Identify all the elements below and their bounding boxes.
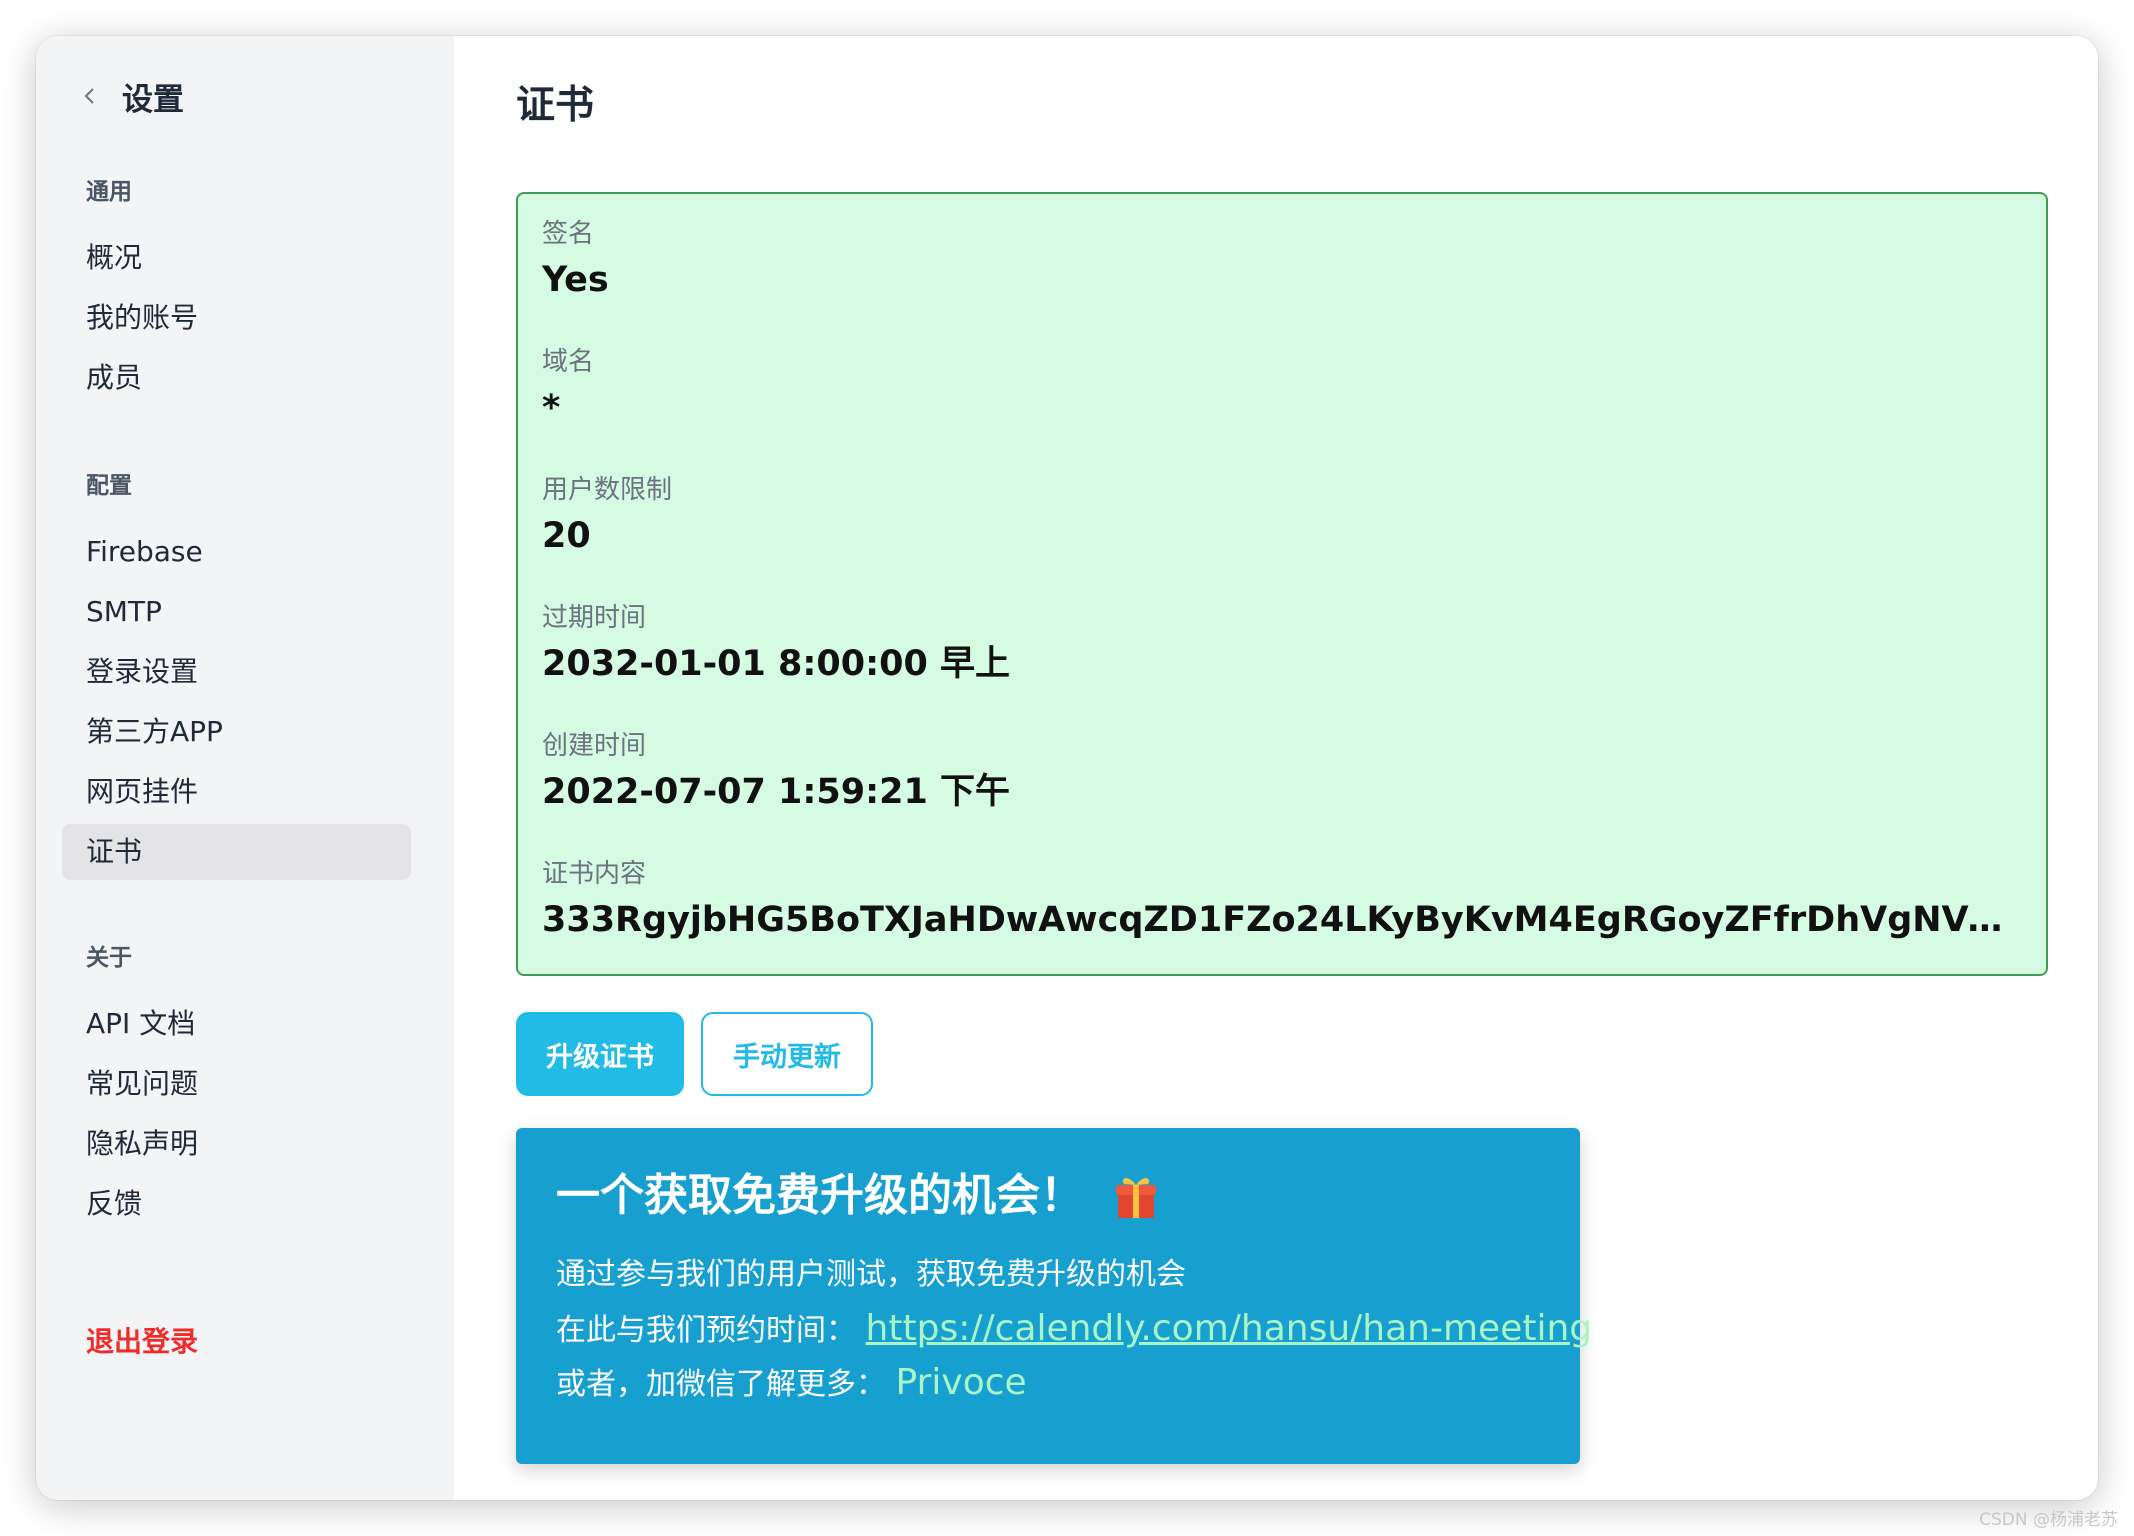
sidebar-item-certificate[interactable]: 证书 (62, 822, 411, 882)
chevron-left-icon[interactable] (70, 76, 110, 116)
field-label: 签名 (542, 219, 595, 249)
promo-line-1: 通过参与我们的用户测试，获取免费升级的机会 (556, 1257, 1186, 1292)
sidebar-item-faq[interactable]: 常见问题 (86, 1054, 198, 1114)
action-buttons: 升级证书 手动更新 (516, 1012, 873, 1096)
field-user-limit: 用户数限制 20 (542, 472, 2022, 600)
calendly-link[interactable]: https://calendly.com/hansu/han-meeting (866, 1308, 1593, 1349)
sidebar-section-config: 配置 Firebase SMTP 登录设置 第三方APP 网页挂件 证书 (62, 466, 411, 882)
page-title: 证书 (516, 83, 595, 128)
gift-icon (1114, 1172, 1158, 1220)
promo-banner: 一个获取免费升级的机会！ 通过参与我们的用户测试，获取免费升级的机会 在此与我们… (516, 1128, 1593, 1464)
sidebar-item-members[interactable]: 成员 (86, 348, 198, 408)
field-value: * (542, 388, 561, 428)
sidebar-item-web-widget[interactable]: 网页挂件 (86, 762, 223, 822)
sidebar-section-about: 关于 API 文档 常见问题 隐私声明 反馈 (86, 938, 198, 1234)
section-label-about: 关于 (86, 945, 132, 971)
sidebar-item-firebase[interactable]: Firebase (86, 522, 223, 582)
field-value: 20 (542, 516, 591, 556)
field-created-time: 创建时间 2022-07-07 1:59:21 下午 (542, 728, 2022, 856)
sidebar-title: 设置 (122, 81, 184, 118)
watermark: CSDN @杨浦老苏 (1979, 1510, 2118, 1530)
sidebar-item-feedback[interactable]: 反馈 (86, 1174, 198, 1234)
field-signature: 签名 Yes (542, 216, 2022, 344)
wechat-id: Privoce (895, 1362, 1027, 1403)
sidebar-header: 设置 (70, 68, 184, 124)
sidebar-item-my-account[interactable]: 我的账号 (86, 288, 198, 348)
field-label: 创建时间 (542, 731, 647, 761)
field-label: 过期时间 (542, 603, 647, 633)
main-content: 证书 签名 Yes 域名 * 用户数限制 20 过期时间 2032-01-01 … (454, 36, 2098, 1500)
field-domain: 域名 * (542, 344, 2022, 472)
promo-line-2: 在此与我们预约时间： https://calendly.com/hansu/ha… (556, 1308, 1593, 1349)
sidebar-item-api-docs[interactable]: API 文档 (86, 994, 198, 1054)
section-label-general: 通用 (86, 179, 132, 205)
sidebar-item-third-party-app[interactable]: 第三方APP (86, 702, 223, 762)
sidebar-item-overview[interactable]: 概况 (86, 228, 198, 288)
field-label: 证书内容 (542, 859, 647, 889)
field-label: 用户数限制 (542, 475, 673, 505)
field-value: 2032-01-01 8:00:00 早上 (542, 644, 1011, 684)
field-value: 333RgyjbHG5BoTXJaHDwAwcqZD1FZo24LKyByKvM… (542, 900, 2022, 940)
settings-window: 设置 通用 概况 我的账号 成员 配置 Firebase SMTP 登录设置 第… (36, 36, 2098, 1500)
field-value: Yes (542, 260, 609, 300)
sidebar: 设置 通用 概况 我的账号 成员 配置 Firebase SMTP 登录设置 第… (36, 36, 454, 1500)
manual-update-button[interactable]: 手动更新 (701, 1012, 873, 1096)
field-label: 域名 (542, 347, 595, 377)
promo-title: 一个获取免费升级的机会！ (556, 1164, 1540, 1228)
field-expiry-time: 过期时间 2032-01-01 8:00:00 早上 (542, 600, 2022, 728)
promo-body: 通过参与我们的用户测试，获取免费升级的机会 在此与我们预约时间： https:/… (556, 1248, 1593, 1410)
sidebar-item-login-settings[interactable]: 登录设置 (86, 642, 223, 702)
field-value: 2022-07-07 1:59:21 下午 (542, 772, 1011, 812)
upgrade-certificate-button[interactable]: 升级证书 (516, 1012, 684, 1096)
certificate-panel: 签名 Yes 域名 * 用户数限制 20 过期时间 2032-01-01 8:0… (516, 192, 2048, 976)
sidebar-section-general: 通用 概况 我的账号 成员 (86, 172, 198, 408)
section-label-config: 配置 (86, 473, 132, 499)
sidebar-item-privacy[interactable]: 隐私声明 (86, 1114, 198, 1174)
sidebar-item-smtp[interactable]: SMTP (86, 582, 223, 642)
logout-button[interactable]: 退出登录 (86, 1320, 198, 1360)
promo-line-3: 或者，加微信了解更多： Privoce (556, 1362, 1027, 1403)
field-certificate-content: 证书内容 333RgyjbHG5BoTXJaHDwAwcqZD1FZo24LKy… (542, 856, 2022, 984)
